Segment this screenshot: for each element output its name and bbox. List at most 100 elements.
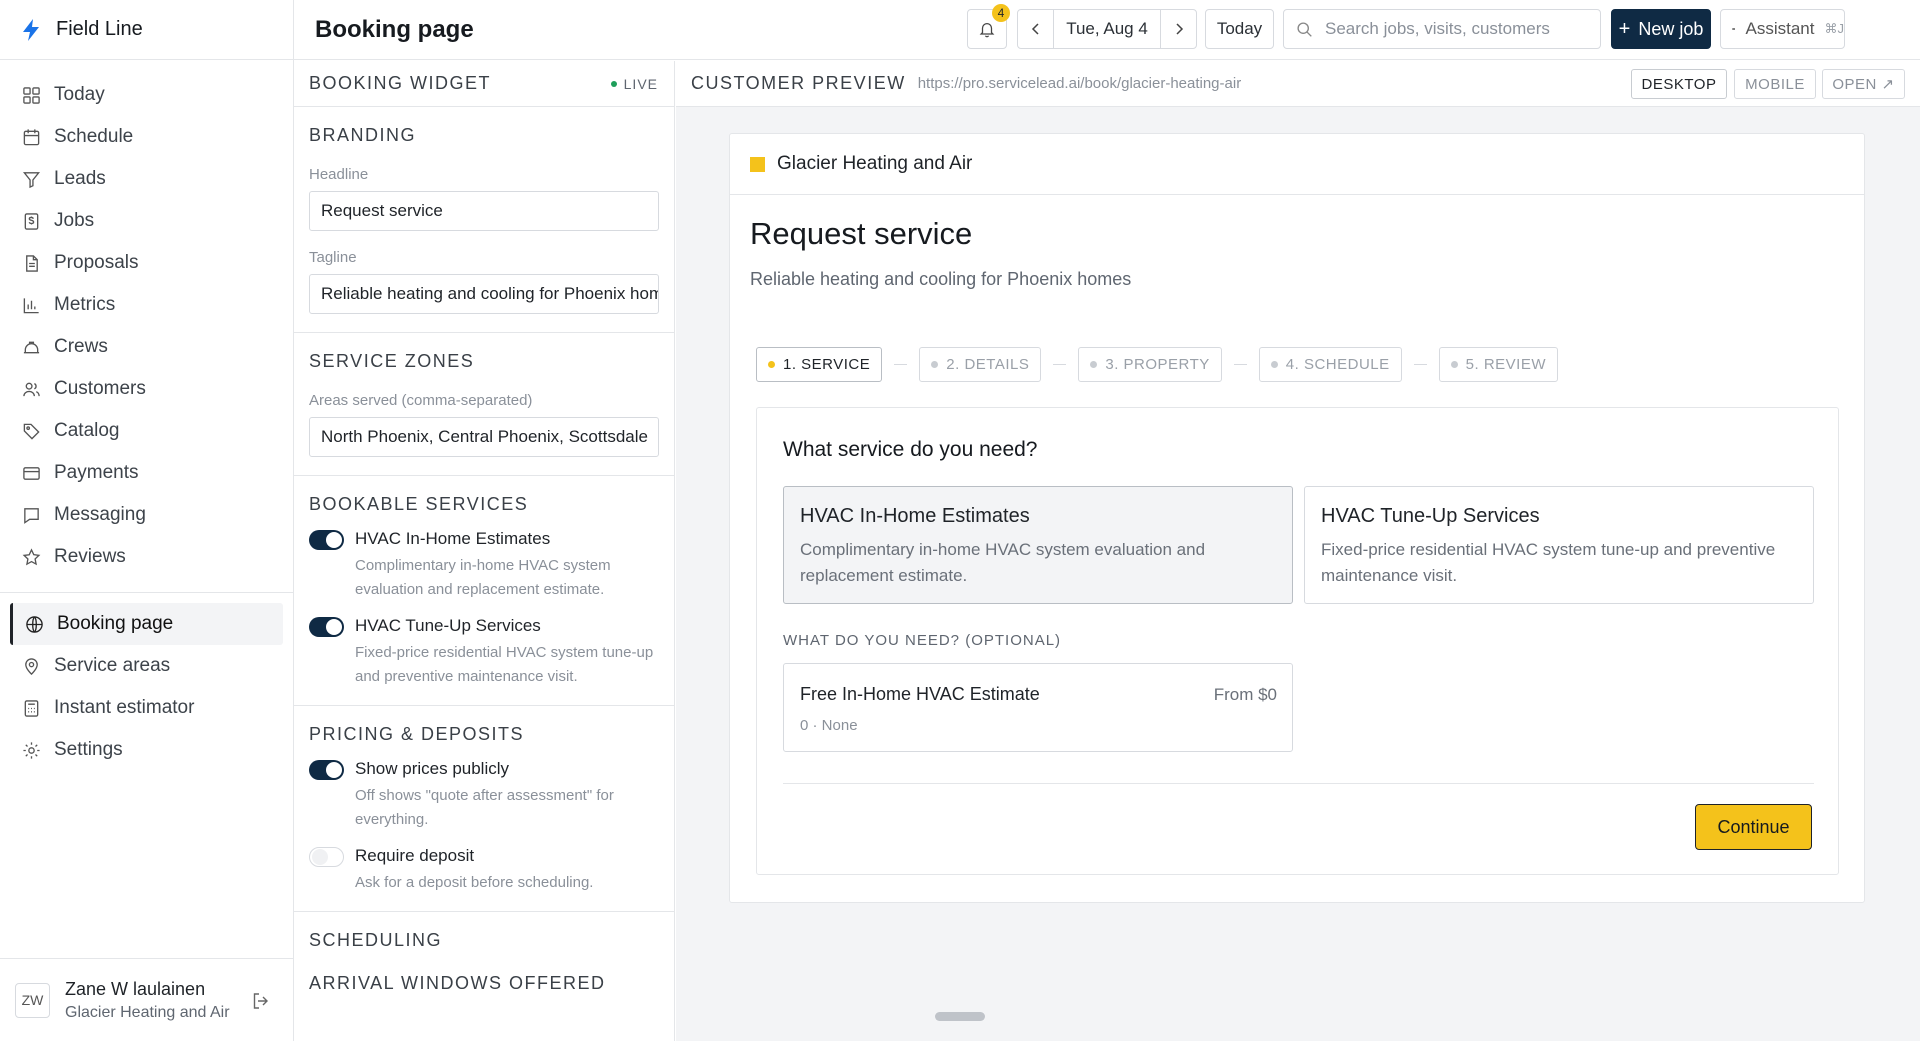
service-option-tuneup[interactable]: HVAC Tune-Up Services Fixed-price reside…: [1304, 486, 1814, 604]
nav-item-schedule[interactable]: Schedule: [0, 116, 293, 158]
nav-item-label: Crews: [54, 336, 108, 357]
sparkle-icon: [1732, 28, 1736, 30]
booking-tagline: Reliable heating and cooling for Phoenix…: [750, 269, 1132, 289]
desktop-toggle[interactable]: DESKTOP: [1631, 69, 1727, 99]
step-dot-icon: [1270, 361, 1278, 368]
headline-label: Headline: [309, 166, 369, 183]
nav-item-jobs[interactable]: Jobs: [0, 200, 293, 242]
new-job-label: New job: [1638, 18, 1704, 39]
step-schedule[interactable]: 4. SCHEDULE: [1258, 347, 1402, 382]
prev-day-button[interactable]: [1018, 10, 1054, 48]
nav-item-reviews[interactable]: Reviews: [0, 536, 293, 578]
hardhat-icon: [23, 341, 40, 353]
user-profile[interactable]: ZW Zane W laulainen Glacier Heating and …: [0, 958, 293, 1041]
nav-item-booking-page[interactable]: Booking page: [10, 603, 283, 645]
nav-item-label: Leads: [54, 168, 106, 189]
nav-item-leads[interactable]: Leads: [0, 158, 293, 200]
step-separator: [1053, 364, 1067, 365]
nav-item-crews[interactable]: Crews: [0, 326, 293, 368]
users-icon: [23, 382, 40, 396]
step-label: 3. PROPERTY: [1105, 356, 1210, 373]
gear-icon: [23, 741, 40, 759]
step-review[interactable]: 5. REVIEW: [1438, 347, 1559, 382]
search-placeholder: Search jobs, visits, customers: [1325, 19, 1550, 38]
nav-item-settings[interactable]: Settings: [0, 729, 293, 771]
star-icon: [22, 547, 41, 565]
headline-input[interactable]: Request service: [309, 191, 659, 231]
lightning-logo-icon: [23, 18, 39, 41]
service-toggle[interactable]: [309, 617, 344, 637]
logout-icon[interactable]: [251, 991, 271, 1011]
resize-handle[interactable]: [935, 1012, 985, 1021]
section-title: SCHEDULING: [309, 930, 443, 950]
service-toggle[interactable]: [309, 530, 344, 550]
main-nav: Today Schedule Leads Jobs Proposals Metr…: [0, 60, 293, 771]
require-deposit-toggle[interactable]: [309, 847, 344, 867]
nav-divider: [0, 592, 293, 593]
assistant-button[interactable]: Assistant ⌘J: [1720, 9, 1845, 49]
nav-item-metrics[interactable]: Metrics: [0, 284, 293, 326]
open-button[interactable]: OPEN ↗: [1822, 69, 1905, 99]
service-desc: Fixed-price residential HVAC system tune…: [355, 644, 654, 685]
step-dot-icon: [931, 361, 939, 368]
tag-icon: [23, 423, 40, 440]
mobile-toggle[interactable]: MOBILE: [1734, 69, 1816, 99]
preview-title: CUSTOMER PREVIEW: [691, 73, 906, 93]
notifications-button[interactable]: 4: [967, 4, 1010, 49]
service-toggle-row: HVAC In-Home Estimates Complimentary in-…: [309, 529, 659, 602]
sub-option-card[interactable]: Free In-Home HVAC Estimate From $0 0 · N…: [783, 663, 1293, 752]
nav-item-label: Metrics: [54, 294, 116, 315]
scheduling-section: SCHEDULING ARRIVAL WINDOWS OFFERED: [294, 912, 674, 1010]
step-details[interactable]: 2. DETAILS: [919, 347, 1042, 382]
step-separator: [1413, 364, 1427, 365]
search-input[interactable]: Search jobs, visits, customers: [1283, 9, 1601, 49]
service-question: What service do you need?: [783, 438, 1038, 461]
user-org: Glacier Heating and Air: [65, 1003, 230, 1021]
nav-item-label: Proposals: [54, 252, 139, 273]
next-day-button[interactable]: [1160, 10, 1196, 48]
nav-item-instant-estimator[interactable]: Instant estimator: [0, 687, 293, 729]
today-button[interactable]: Today: [1205, 9, 1274, 49]
nav-item-catalog[interactable]: Catalog: [0, 410, 293, 452]
service-option-estimates[interactable]: HVAC In-Home Estimates Complimentary in-…: [783, 486, 1293, 604]
step-indicator: 1. SERVICE 2. DETAILS 3. PROPERTY 4. SCH…: [756, 347, 1559, 382]
pricing-section: PRICING & DEPOSITS Show prices publicly …: [294, 706, 674, 912]
document-icon: [26, 254, 38, 272]
nav-item-label: Customers: [54, 378, 146, 399]
step-service[interactable]: 1. SERVICE: [756, 347, 883, 382]
pricing-toggle-row: Show prices publicly Off shows "quote af…: [309, 759, 659, 832]
service-zones-section: SERVICE ZONES Areas served (comma-separa…: [294, 333, 674, 476]
nav-item-customers[interactable]: Customers: [0, 368, 293, 410]
zones-input[interactable]: North Phoenix, Central Phoenix, Scottsda…: [309, 417, 659, 457]
show-prices-desc: Off shows "quote after assessment" for e…: [355, 787, 614, 828]
step-property[interactable]: 3. PROPERTY: [1078, 347, 1222, 382]
nav-item-label: Instant estimator: [54, 697, 195, 718]
nav-item-messaging[interactable]: Messaging: [0, 494, 293, 536]
chevron-left-icon: [1031, 23, 1039, 35]
step-dot-icon: [768, 361, 775, 368]
preview-url[interactable]: https://pro.servicelead.ai/book/glacier-…: [918, 75, 1242, 92]
assistant-shortcut: ⌘J: [1824, 21, 1845, 36]
nav-item-today[interactable]: Today: [0, 74, 293, 116]
bookable-services-section: BOOKABLE SERVICES HVAC In-Home Estimates…: [294, 476, 674, 706]
pricing-toggle-row: Require deposit Ask for a deposit before…: [309, 846, 659, 895]
nav-item-payments[interactable]: Payments: [0, 452, 293, 494]
show-prices-toggle[interactable]: [309, 760, 344, 780]
service-option-desc: Complimentary in-home HVAC system evalua…: [800, 540, 1206, 585]
optional-label: WHAT DO YOU NEED? (OPTIONAL): [783, 632, 1062, 649]
show-prices-title: Show prices publicly: [355, 759, 510, 778]
new-job-button[interactable]: + New job: [1611, 9, 1711, 49]
section-title: PRICING & DEPOSITS: [309, 724, 525, 744]
service-option-title: HVAC In-Home Estimates: [800, 505, 1030, 527]
current-date[interactable]: Tue, Aug 4: [1054, 19, 1160, 39]
bell-icon: [979, 22, 995, 38]
nav-item-proposals[interactable]: Proposals: [0, 242, 293, 284]
live-dot-icon: [610, 80, 617, 87]
continue-button[interactable]: Continue: [1695, 804, 1812, 850]
tagline-input[interactable]: Reliable heating and cooling for Phoenix…: [309, 274, 659, 314]
booking-card: Glacier Heating and Air Request service …: [729, 133, 1865, 903]
brand[interactable]: Field Line: [0, 0, 293, 60]
nav-item-service-areas[interactable]: Service areas: [0, 645, 293, 687]
assistant-label: Assistant: [1745, 19, 1815, 38]
service-title: HVAC In-Home Estimates: [355, 529, 551, 548]
